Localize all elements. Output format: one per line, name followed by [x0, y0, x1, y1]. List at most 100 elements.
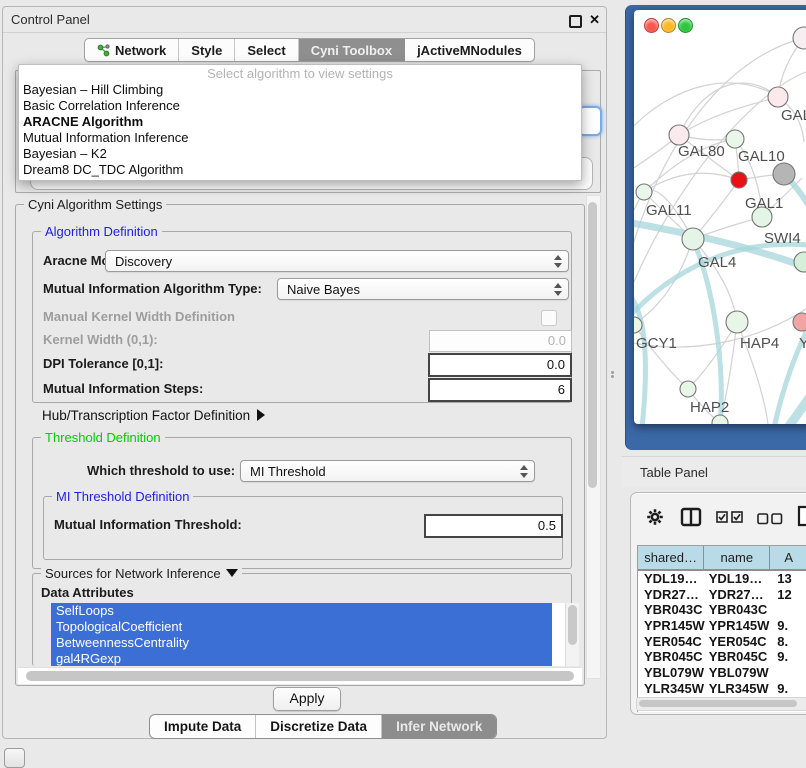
- table-row[interactable]: YBL079WYBL079W: [638, 665, 806, 681]
- zoom-traffic-light[interactable]: [678, 18, 693, 33]
- network-view[interactable]: GALGAL80GAL10GAL11GAL1SWI4GAL4GCY1HAP4YH…: [634, 10, 806, 424]
- network-node[interactable]: [636, 184, 652, 200]
- algorithm-popup-placeholder: Select algorithm to view settings: [19, 65, 581, 82]
- sources-title-disclosure[interactable]: Sources for Network Inference: [41, 566, 242, 581]
- table-cell: 9.: [771, 681, 806, 697]
- mi-threshold-definition-group: MI Threshold Definition Mutual Informati…: [43, 496, 563, 560]
- table-cell: 9.: [771, 618, 806, 634]
- tab-select[interactable]: Select: [235, 39, 298, 61]
- node-label: GAL1: [745, 195, 783, 212]
- settings-hscrollbar[interactable]: [18, 667, 582, 684]
- dpi-tolerance-input[interactable]: 0.0: [428, 353, 572, 377]
- network-node[interactable]: [682, 228, 704, 250]
- aracne-mode-combo[interactable]: Discovery: [105, 250, 569, 272]
- table-row[interactable]: YDL19…YDL19…13: [638, 571, 806, 587]
- table-cell: YLR345W: [705, 681, 772, 697]
- network-node[interactable]: [731, 172, 747, 188]
- split-columns-icon[interactable]: [680, 507, 702, 532]
- attribute-list-item[interactable]: gal4RGexp: [51, 651, 552, 666]
- disclosure-right-icon: [257, 409, 265, 421]
- deselect-all-checkboxes-icon[interactable]: [757, 512, 783, 530]
- mi-threshold-input[interactable]: 0.5: [424, 514, 563, 538]
- column-header-shared-name[interactable]: shared…: [638, 546, 704, 569]
- mi-steps-input[interactable]: 6: [428, 378, 572, 402]
- network-node[interactable]: [793, 313, 806, 331]
- tab-cyni-toolbox[interactable]: Cyni Toolbox: [299, 39, 405, 61]
- tab-style[interactable]: Style: [179, 39, 235, 61]
- tab-network[interactable]: Network: [85, 39, 179, 61]
- kernel-width-input[interactable]: 0.0: [429, 330, 572, 352]
- algorithm-popup-item[interactable]: Basic Correlation Inference: [19, 98, 581, 114]
- network-node[interactable]: [768, 87, 788, 107]
- table-row[interactable]: YBR045CYBR045C9.: [638, 649, 806, 665]
- table-row[interactable]: YER054CYER054C8.: [638, 634, 806, 650]
- table-cell: 12: [771, 587, 806, 603]
- settings-gear-icon[interactable]: [646, 508, 664, 531]
- network-node[interactable]: [793, 27, 806, 49]
- collapse-panel-button[interactable]: [4, 748, 25, 768]
- apply-button[interactable]: Apply: [273, 687, 341, 711]
- table-row[interactable]: YPR145WYPR145W9.: [638, 618, 806, 634]
- table-header-row: shared… name A: [638, 546, 806, 571]
- table-cell: YDR27…: [638, 587, 705, 603]
- select-all-checkboxes-icon[interactable]: [716, 511, 743, 529]
- table-row[interactable]: YLR345WYLR345W9.: [638, 681, 806, 697]
- node-label: GAL10: [738, 148, 785, 165]
- node-label: GAL: [781, 107, 806, 124]
- algorithm-popup-item[interactable]: Bayesian – K2: [19, 146, 581, 162]
- network-edge[interactable]: [786, 384, 806, 424]
- network-node[interactable]: [726, 130, 744, 148]
- table-row[interactable]: YBR043CYBR043C: [638, 602, 806, 618]
- table-hscrollbar[interactable]: [636, 697, 806, 711]
- algorithm-popup-item[interactable]: Mutual Information Inference: [19, 130, 581, 146]
- algorithm-definition-group: Algorithm Definition Aracne Mode: Discov…: [32, 231, 572, 403]
- table-cell: YDL19…: [638, 571, 705, 587]
- tab-jactivemnodules[interactable]: jActiveMNodules: [405, 39, 534, 61]
- which-threshold-combo[interactable]: MI Threshold: [240, 460, 535, 482]
- network-node[interactable]: [726, 311, 748, 333]
- network-edge[interactable]: [679, 97, 778, 135]
- settings-vscrollbar[interactable]: [586, 195, 601, 679]
- node-label: Y: [799, 335, 806, 352]
- table-cell: YBR045C: [638, 649, 705, 665]
- minimize-traffic-light[interactable]: [661, 18, 676, 33]
- hub-definition-disclosure[interactable]: Hub/Transcription Factor Definition: [42, 408, 265, 423]
- control-panel: Control Panel ✕ Network Style Select Cyn…: [2, 6, 607, 739]
- algorithm-popup-item[interactable]: Bayesian – Hill Climbing: [19, 82, 581, 98]
- mi-algorithm-type-combo[interactable]: Naive Bayes: [277, 278, 569, 300]
- column-header-name[interactable]: name: [704, 546, 770, 569]
- manual-kernel-checkbox[interactable]: [541, 310, 557, 326]
- network-node[interactable]: [773, 163, 795, 185]
- panel-splitter[interactable]: [611, 371, 615, 377]
- network-graph[interactable]: GALGAL80GAL10GAL11GAL1SWI4GAL4GCY1HAP4YH…: [634, 10, 806, 424]
- attribute-list-scrollbar[interactable]: [565, 603, 579, 666]
- close-traffic-light[interactable]: [644, 18, 659, 33]
- network-node[interactable]: [680, 381, 696, 397]
- attribute-list-item[interactable]: SelfLoops: [51, 603, 552, 619]
- network-edge[interactable]: [688, 322, 737, 389]
- algorithm-popup-item[interactable]: ARACNE Algorithm: [19, 114, 581, 130]
- network-edge[interactable]: [634, 239, 693, 325]
- float-window-icon[interactable]: [569, 15, 582, 28]
- network-node[interactable]: [794, 252, 806, 272]
- tab-infer-network[interactable]: Infer Network: [382, 715, 496, 738]
- attribute-list-item[interactable]: TopologicalCoefficient: [51, 619, 552, 635]
- table-cell: YDR27…: [705, 587, 772, 603]
- network-node[interactable]: [712, 415, 728, 424]
- data-attributes-list[interactable]: SelfLoopsTopologicalCoefficientBetweenne…: [51, 603, 565, 666]
- table-cell: [771, 665, 806, 681]
- cyni-algorithm-settings-group: Cyni Algorithm Settings Algorithm Defini…: [15, 204, 585, 686]
- column-header-clipped[interactable]: A: [770, 546, 806, 569]
- algorithm-popup-item[interactable]: Dream8 DC_TDC Algorithm: [19, 162, 581, 178]
- network-edge[interactable]: [634, 83, 778, 132]
- network-edge[interactable]: [644, 173, 739, 192]
- attribute-list-item[interactable]: BetweennessCentrality: [51, 635, 552, 651]
- tab-discretize-data[interactable]: Discretize Data: [256, 715, 382, 738]
- network-node[interactable]: [669, 125, 689, 145]
- table-cell: 9.: [771, 649, 806, 665]
- node-attribute-table: shared… name A YDL19…YDL19…13YDR27…YDR27…: [637, 545, 806, 712]
- table-row[interactable]: YDR27…YDR27…12: [638, 587, 806, 603]
- close-icon[interactable]: ✕: [589, 12, 600, 28]
- new-table-icon[interactable]: [797, 505, 806, 532]
- tab-impute-data[interactable]: Impute Data: [150, 715, 256, 738]
